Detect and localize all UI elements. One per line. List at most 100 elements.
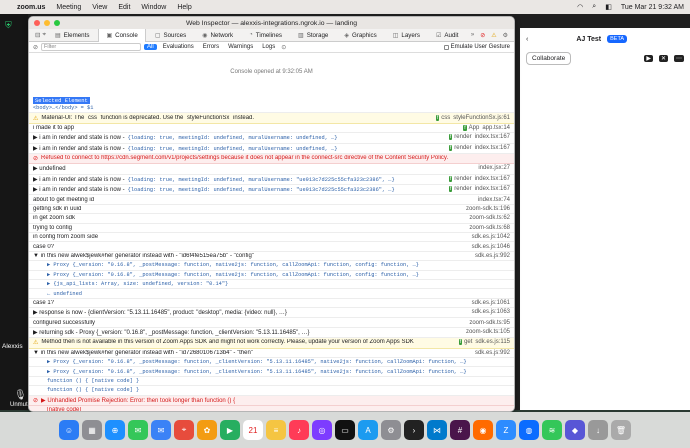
source-location[interactable]: sdk.es.js:1061 [472, 300, 510, 306]
facetime-icon[interactable]: ▶ [220, 420, 240, 440]
console-row[interactable]: ▶ undefined index.jsx:27 [29, 164, 514, 175]
terminal-icon[interactable]: › [404, 420, 424, 440]
source-file[interactable]: index.jsx:27 [478, 165, 510, 171]
console-row[interactable]: getting sdk in uuid zoom-sdk.ts:196 [29, 205, 514, 215]
tab-console[interactable]: ▣ Console [98, 28, 146, 42]
console-row[interactable]: in get zoom sdk zoom-sdk.ts:62 [29, 214, 514, 224]
console-object[interactable]: {loading: true, meetingId: undefined, mu… [128, 146, 338, 152]
source-file[interactable]: index.tsx:167 [475, 134, 510, 140]
console-row[interactable]: ← undefined [29, 289, 514, 299]
console-row[interactable]: ⊘ Refused to connect to https://cdn.segme… [29, 153, 514, 165]
more-icon[interactable]: ⋯ [674, 54, 684, 62]
safari-icon[interactable]: ⊕ [105, 420, 125, 440]
filter-network-icon[interactable]: ⊙ [281, 44, 286, 51]
console-row[interactable]: ▶ {js_api_lists: Array, size: undefined,… [29, 280, 514, 290]
more-tabs-icon[interactable]: » [471, 32, 474, 39]
source-location[interactable]: sdk.es.js:1046 [472, 244, 510, 250]
source-location[interactable]: f render index.tsx:167 [448, 144, 510, 151]
filter-errors[interactable]: Errors [200, 44, 222, 50]
control-center-icon[interactable]: ◧ [605, 3, 612, 11]
source-file[interactable]: sdk.es.js:1061 [472, 300, 510, 306]
source-location[interactable]: f render index.tsx:167 [448, 186, 510, 193]
console-output[interactable]: Console opened at 9:32:05 AM Selected El… [29, 54, 514, 411]
collaborate-button[interactable]: Collaborate [526, 51, 572, 65]
tab-storage[interactable]: ▥ Storage [291, 29, 335, 42]
settings-icon[interactable]: ⚙ [503, 32, 508, 39]
console-row[interactable]: ▶ response is now - {clientVersion: "5.1… [29, 308, 514, 319]
console-row[interactable]: ▶ returning sdk - Proxy {_version: "0.16… [29, 328, 514, 339]
launchpad-icon[interactable]: ▦ [82, 420, 102, 440]
console-row[interactable]: about to get meeting id index.tsx:74 [29, 195, 514, 205]
console-object[interactable]: {loading: true, meetingId: undefined, mu… [128, 177, 395, 183]
console-row[interactable]: ▼ in this new alwek$jewk#her generator i… [29, 349, 514, 358]
notes-icon[interactable]: ≡ [266, 420, 286, 440]
console-row[interactable]: trying to config zoom-sdk.ts:68 [29, 224, 514, 233]
clock[interactable]: Tue Mar 21 9:32 AM [621, 4, 684, 11]
console-row[interactable]: ⚠ Material-UI: The `css` function is depr… [29, 113, 514, 124]
music-icon[interactable]: ♪ [289, 420, 309, 440]
console-row[interactable]: ▼ in this new alwek$jewk#her generator i… [29, 252, 514, 262]
calendar-icon[interactable]: 21 [243, 420, 263, 440]
tv-icon[interactable]: ▭ [335, 420, 355, 440]
source-location[interactable]: f get sdk.es.js:115 [458, 339, 510, 346]
filter-input[interactable]: Filter [41, 43, 142, 51]
source-file[interactable]: styleFunctionSx.js:61 [453, 115, 510, 121]
chrome-icon[interactable]: ◍ [519, 420, 539, 440]
source-location[interactable]: zoom-sdk.ts:95 [469, 320, 510, 326]
tab-graphics[interactable]: ◈ Graphics [337, 29, 383, 42]
source-location[interactable]: index.jsx:27 [478, 165, 510, 171]
messages-icon[interactable]: ✉ [128, 420, 148, 440]
console-row[interactable]: ▶ Proxy {_version: "0.16.8", _postMessag… [29, 261, 514, 271]
source-location[interactable]: zoom-sdk.ts:68 [469, 225, 510, 231]
selected-element-row[interactable]: <body>…</body> = $1 [29, 104, 514, 114]
source-file[interactable]: zoom-sdk.ts:62 [469, 215, 510, 221]
zoom-window-button[interactable] [54, 20, 60, 26]
source-file[interactable]: app.tsx:14 [482, 125, 510, 131]
source-location[interactable]: sdk.es.js:1063 [472, 309, 510, 315]
app-store-icon[interactable]: A [358, 420, 378, 440]
tab-sources[interactable]: ▢ Sources [148, 29, 193, 42]
figma-icon[interactable]: ◆ [565, 420, 585, 440]
console-object[interactable]: {loading: true, meetingId: undefined, mu… [128, 135, 338, 141]
console-row[interactable]: function () { [native code] } [29, 386, 514, 396]
tab-audit[interactable]: ☑ Audit [429, 29, 466, 42]
checkbox[interactable] [443, 44, 449, 50]
tab-network[interactable]: ◉ Network [195, 29, 240, 42]
trash-icon[interactable]: 🗑 [611, 420, 631, 440]
clear-console-icon[interactable]: ⊘ [33, 44, 38, 51]
console-row[interactable]: i made it to app f App app.tsx:14 [29, 124, 514, 134]
console-row[interactable]: ▶ Proxy {_version: "0.16.8", _postMessag… [29, 358, 514, 368]
console-row[interactable]: case 0? sdk.es.js:1046 [29, 242, 514, 252]
error-count-icon[interactable]: ⊘ [480, 32, 485, 39]
photos-icon[interactable]: ✿ [197, 420, 217, 440]
spotify-icon[interactable]: ≋ [542, 420, 562, 440]
vscode-icon[interactable]: ⋈ [427, 420, 447, 440]
search-icon[interactable]: ⌕ [592, 3, 596, 11]
pick-element-icon[interactable]: ⌖ [42, 31, 46, 39]
filter-warnings[interactable]: Warnings [225, 44, 256, 50]
console-row[interactable]: ▶ Proxy {_version: "0.16.8", _postMessag… [29, 271, 514, 280]
console-row[interactable]: ▶ i am in render and state is now - {load… [29, 144, 514, 154]
dock-icon[interactable]: ⊟ [35, 31, 40, 39]
share-icon[interactable]: ▶ [644, 54, 653, 62]
source-file[interactable]: zoom-sdk.ts:105 [466, 329, 510, 335]
filter-all[interactable]: All [144, 44, 157, 50]
menu-view[interactable]: View [92, 4, 107, 11]
console-object[interactable]: {loading: true, meetingId: undefined, mu… [128, 187, 395, 193]
tab-timelines[interactable]: ◔ Timelines [242, 29, 289, 42]
source-location[interactable]: sdk.es.js:992 [475, 253, 510, 259]
menu-app-name[interactable]: zoom.us [17, 4, 45, 11]
source-file[interactable]: sdk.es.js:1046 [472, 244, 510, 250]
close-icon[interactable]: ✕ [658, 54, 668, 62]
tab-elements[interactable]: ▤ Elements [48, 29, 96, 42]
source-file[interactable]: sdk.es.js:1063 [472, 309, 510, 315]
console-row[interactable]: ⊘ ▶ Unhandled Promise Rejection: Error: t… [29, 395, 514, 406]
source-location[interactable]: index.tsx:74 [478, 197, 510, 203]
console-row[interactable]: ▶ i am in render and state is now - {load… [29, 185, 514, 196]
shield-icon[interactable]: ⛨ [5, 20, 12, 31]
filter-evaluations[interactable]: Evaluations [160, 44, 197, 50]
system-settings-icon[interactable]: ⚙ [381, 420, 401, 440]
source-file[interactable]: zoom-sdk.ts:95 [469, 320, 510, 326]
source-file[interactable]: index.tsx:167 [475, 176, 510, 182]
menu-meeting[interactable]: Meeting [56, 4, 81, 11]
